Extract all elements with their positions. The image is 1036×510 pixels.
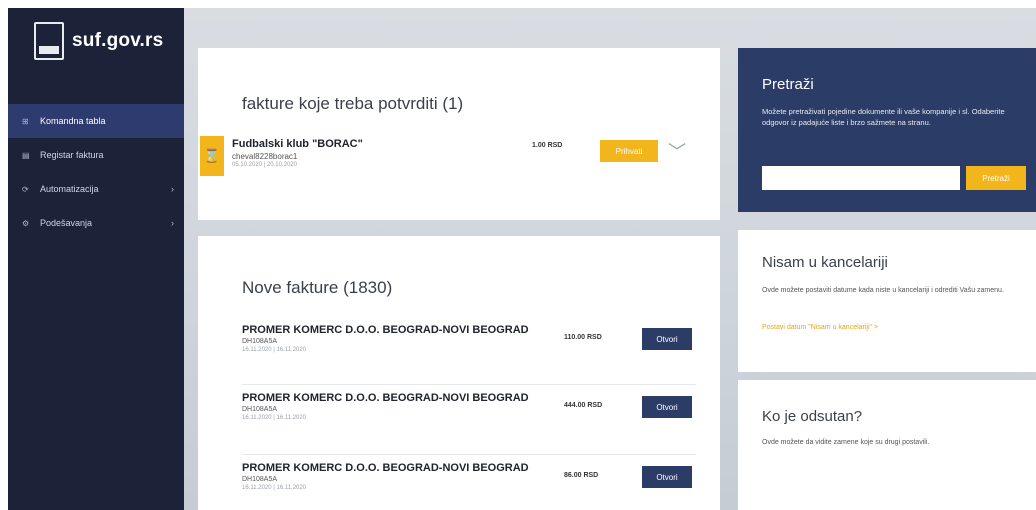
- confirm-invoice-row[interactable]: ⌛ Fudbalski klub "BORAC" cheval8228borac…: [198, 134, 720, 224]
- sidebar-item-automation[interactable]: ⟳ Automatizacija ›: [8, 172, 184, 206]
- new-invoices-title: Nove fakture (1830): [242, 278, 393, 297]
- invoice-date: 16.11.2020 | 16.11.2020: [242, 485, 307, 491]
- divider: [242, 384, 696, 385]
- sidebar-item-invoice-registry[interactable]: ▤ Registar faktura: [8, 138, 184, 172]
- confirm-invoices-card: fakture koje treba potvrditi (1) ⌛ Fudba…: [198, 48, 720, 220]
- invoice-company: PROMER KOMERC D.O.O. BEOGRAD-NOVI BEOGRA…: [242, 392, 529, 404]
- sidebar-nav: ⊞ Komandna tabla ▤ Registar faktura ⟳ Au…: [8, 104, 184, 240]
- open-button[interactable]: Otvori: [642, 466, 692, 488]
- new-invoices-card: Nove fakture (1830) PROMER KOMERC D.O.O.…: [198, 236, 720, 510]
- list-item[interactable]: PROMER KOMERC D.O.O. BEOGRAD-NOVI BEOGRA…: [242, 462, 696, 491]
- chevron-right-icon: ›: [171, 218, 174, 228]
- invoice-code: cheval8228borac1: [232, 152, 298, 161]
- invoice-company: PROMER KOMERC D.O.O. BEOGRAD-NOVI BEOGRA…: [242, 462, 529, 474]
- sidebar-item-label: Komandna tabla: [40, 116, 106, 126]
- out-of-office-card: Nisam u kancelariji Ovde možete postavit…: [738, 230, 1036, 372]
- invoice-date: 16.11.2020 | 16.11.2020: [242, 415, 307, 421]
- invoice-company: Fudbalski klub "BORAC": [232, 138, 363, 150]
- search-description: Možete pretraživati pojedine dokumente i…: [762, 107, 1005, 127]
- logo-text: suf.gov.rs: [72, 30, 164, 51]
- invoice-code: DH108A5A: [242, 476, 278, 483]
- set-out-of-office-link[interactable]: Postavi datum "Nisam u kancelariji" >: [762, 324, 878, 331]
- invoice-amount: 86.00 RSD: [564, 472, 599, 479]
- out-of-office-description: Ovde možete postaviti datume kada niste …: [762, 287, 1004, 294]
- invoice-code: DH108A5A: [242, 338, 278, 345]
- open-button[interactable]: Otvori: [642, 396, 692, 418]
- sidebar-item-settings[interactable]: ⚙ Podešavanja ›: [8, 206, 184, 240]
- chevron-right-icon: ›: [171, 184, 174, 194]
- invoice-amount: 444.00 RSD: [564, 402, 603, 409]
- logo[interactable]: suf.gov.rs: [34, 22, 163, 60]
- out-of-office-title: Nisam u kancelariji: [762, 254, 888, 271]
- confirm-invoices-title: fakture koje treba potvrditi (1): [242, 94, 464, 113]
- who-is-absent-title: Ko je odsutan?: [762, 408, 863, 425]
- sidebar-item-label: Automatizacija: [40, 184, 99, 194]
- list-icon: ▤: [22, 150, 30, 160]
- chevron-down-icon[interactable]: ﹀: [668, 138, 686, 164]
- app-frame: suf.gov.rs ⊞ Komandna tabla ▤ Registar f…: [8, 8, 1036, 510]
- divider: [242, 454, 696, 455]
- sidebar-item-label: Podešavanja: [40, 218, 93, 228]
- search-input[interactable]: [762, 166, 960, 190]
- invoice-date: 16.11.2020 | 16.11.2020: [242, 347, 307, 353]
- invoice-code: DH108A5A: [242, 406, 278, 413]
- invoice-amount: 1.00 RSD: [532, 142, 563, 149]
- settings-icon: ⚙: [22, 218, 30, 228]
- who-is-absent-card: Ko je odsutan? Ovde možete da vidite zam…: [738, 380, 1036, 510]
- document-icon: [34, 22, 64, 60]
- sidebar: suf.gov.rs ⊞ Komandna tabla ▤ Registar f…: [8, 8, 184, 510]
- who-is-absent-description: Ovde možete da vidite zamene koje su dru…: [762, 439, 930, 446]
- home-icon: ⊞: [22, 116, 29, 126]
- list-item[interactable]: PROMER KOMERC D.O.O. BEOGRAD-NOVI BEOGRA…: [242, 392, 696, 421]
- sidebar-item-dashboard[interactable]: ⊞ Komandna tabla: [8, 104, 184, 138]
- automation-icon: ⟳: [22, 184, 29, 194]
- invoice-company: PROMER KOMERC D.O.O. BEOGRAD-NOVI BEOGRA…: [242, 324, 529, 336]
- search-card: Pretraži Možete pretraživati pojedine do…: [738, 48, 1036, 212]
- sidebar-item-label: Registar faktura: [40, 150, 104, 160]
- invoice-date: 05.10.2020 | 20.10.2020: [232, 162, 297, 168]
- accept-button[interactable]: Prihvati: [600, 140, 658, 162]
- list-item[interactable]: PROMER KOMERC D.O.O. BEOGRAD-NOVI BEOGRA…: [242, 324, 696, 353]
- pending-icon: ⌛: [200, 136, 224, 176]
- invoice-amount: 110.00 RSD: [564, 334, 602, 341]
- open-button[interactable]: Otvori: [642, 328, 692, 350]
- search-button[interactable]: Pretraži: [966, 166, 1026, 190]
- search-title: Pretraži: [762, 76, 814, 93]
